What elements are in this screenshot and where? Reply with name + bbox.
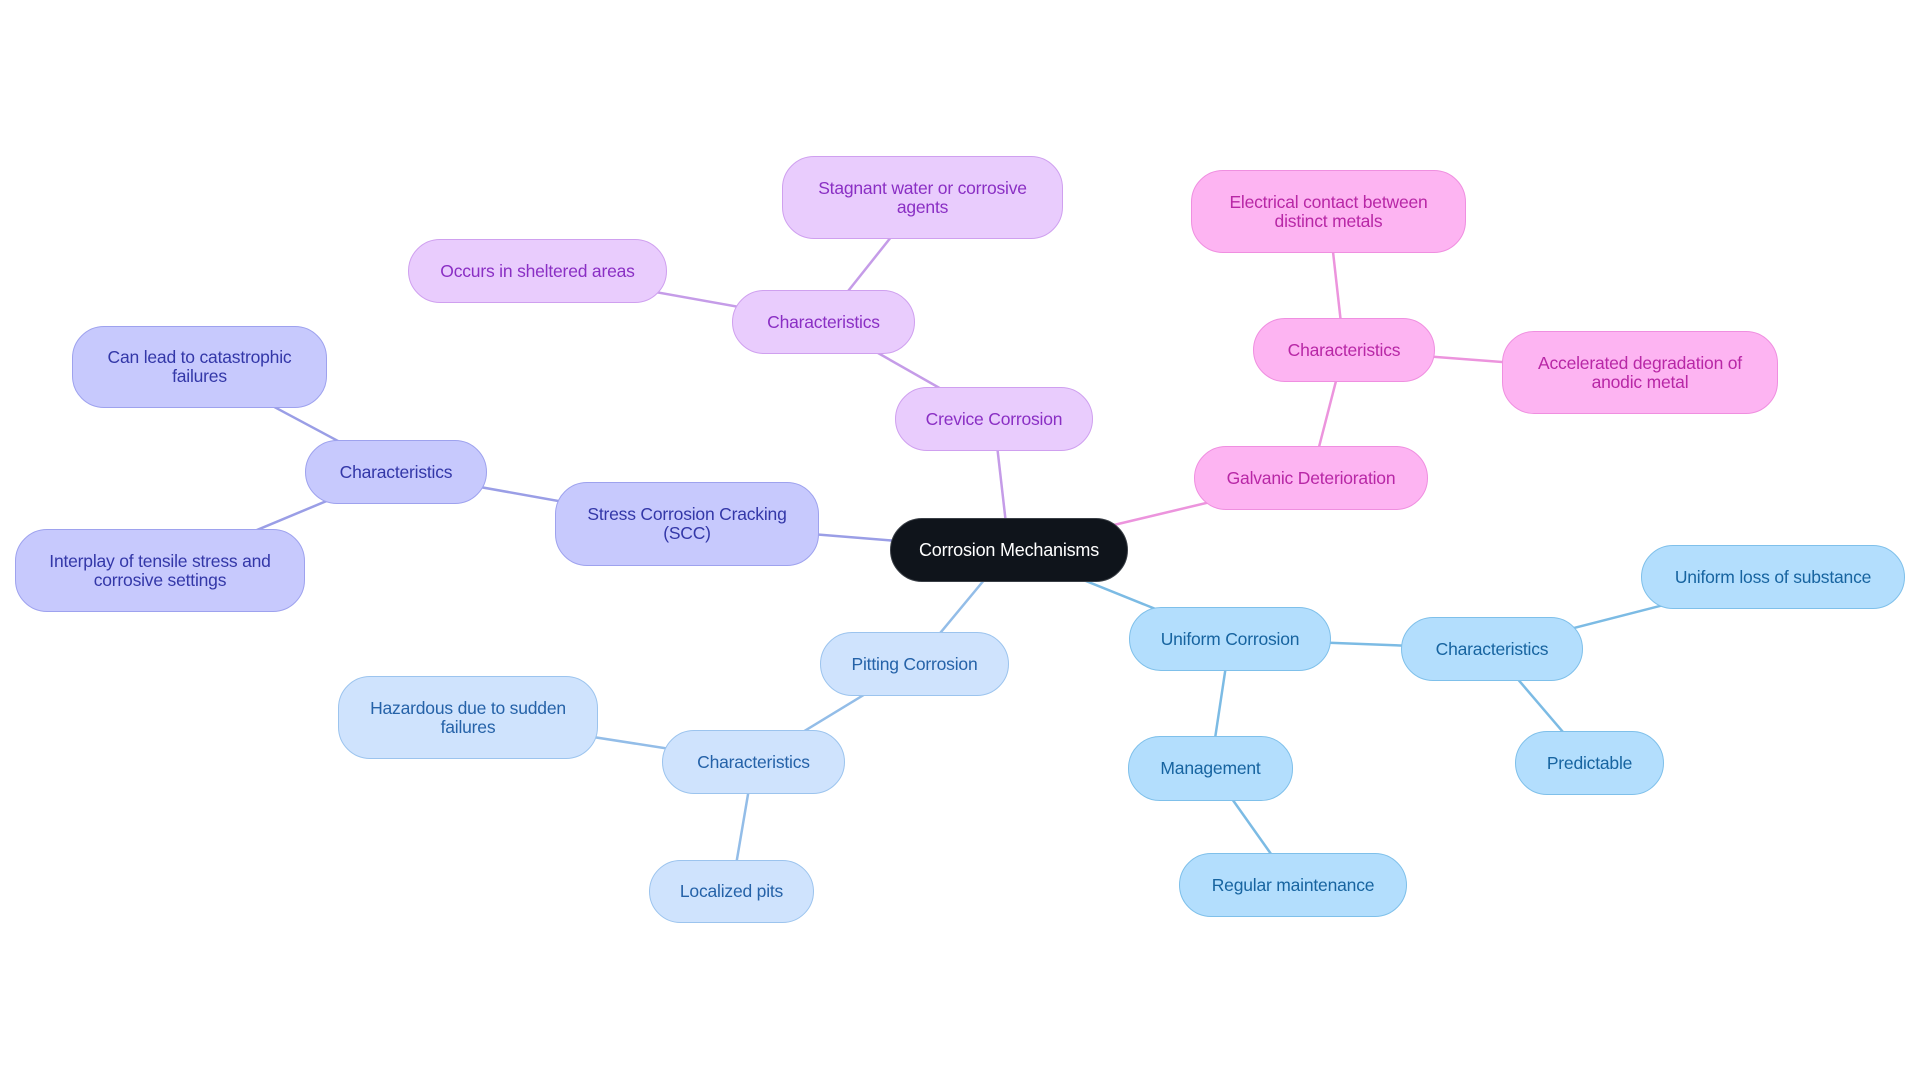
node-label: Characteristics xyxy=(697,751,810,772)
node-galvanic-deterioration[interactable]: Galvanic Deterioration xyxy=(1194,446,1428,510)
node-label: Stagnant water or corrosive agents xyxy=(818,177,1027,217)
node-crevice-sheltered-areas[interactable]: Occurs in sheltered areas xyxy=(408,239,667,303)
node-label: Characteristics xyxy=(767,311,880,332)
node-crevice-corrosion[interactable]: Crevice Corrosion xyxy=(895,387,1093,451)
node-label: Interplay of tensile stress and corrosiv… xyxy=(49,550,271,590)
node-crevice-characteristics[interactable]: Characteristics xyxy=(732,290,915,354)
node-label: Crevice Corrosion xyxy=(925,408,1063,429)
node-uniform-regular-maintenance[interactable]: Regular maintenance xyxy=(1179,853,1407,917)
node-galvanic-anodic-degradation[interactable]: Accelerated degradation of anodic metal xyxy=(1502,331,1778,414)
node-label: Hazardous due to sudden failures xyxy=(370,697,566,737)
node-scc-characteristics[interactable]: Characteristics xyxy=(305,440,487,504)
node-pitting-hazardous[interactable]: Hazardous due to sudden failures xyxy=(338,676,598,759)
node-stress-corrosion-cracking[interactable]: Stress Corrosion Cracking (SCC) xyxy=(555,482,819,566)
node-root-corrosion-mechanisms[interactable]: Corrosion Mechanisms xyxy=(890,518,1128,582)
node-uniform-characteristics[interactable]: Characteristics xyxy=(1401,617,1583,681)
node-uniform-loss-of-substance[interactable]: Uniform loss of substance xyxy=(1641,545,1905,609)
node-label: Regular maintenance xyxy=(1211,874,1375,895)
node-uniform-management[interactable]: Management xyxy=(1128,736,1293,801)
node-label: Management xyxy=(1160,758,1261,778)
node-galvanic-characteristics[interactable]: Characteristics xyxy=(1253,318,1435,382)
node-label: Characteristics xyxy=(1287,339,1401,360)
node-label: Predictable xyxy=(1546,752,1633,773)
node-scc-tensile-interplay[interactable]: Interplay of tensile stress and corrosiv… xyxy=(15,529,305,612)
node-label: Characteristics xyxy=(1435,638,1549,659)
node-label: Electrical contact between distinct meta… xyxy=(1229,191,1428,231)
node-galvanic-electrical-contact[interactable]: Electrical contact between distinct meta… xyxy=(1191,170,1466,253)
node-label: Uniform Corrosion xyxy=(1160,628,1300,649)
node-label: Galvanic Deterioration xyxy=(1226,467,1396,488)
node-label: Localized pits xyxy=(679,881,784,901)
node-uniform-predictable[interactable]: Predictable xyxy=(1515,731,1664,795)
node-label: Can lead to catastrophic failures xyxy=(107,347,292,386)
node-label: Accelerated degradation of anodic metal xyxy=(1538,352,1742,392)
mind-map: Corrosion Mechanisms Crevice Corrosion C… xyxy=(0,0,1920,1083)
node-label: Pitting Corrosion xyxy=(851,653,978,674)
node-label: Occurs in sheltered areas xyxy=(440,260,635,281)
node-pitting-characteristics[interactable]: Characteristics xyxy=(662,730,845,794)
node-uniform-corrosion[interactable]: Uniform Corrosion xyxy=(1129,607,1331,671)
node-label: Characteristics xyxy=(339,461,453,482)
node-scc-catastrophic-failures[interactable]: Can lead to catastrophic failures xyxy=(72,326,327,408)
node-label: Stress Corrosion Cracking (SCC) xyxy=(587,504,787,543)
node-pitting-localized-pits[interactable]: Localized pits xyxy=(649,860,814,923)
node-label: Corrosion Mechanisms xyxy=(918,539,1100,560)
node-label: Uniform loss of substance xyxy=(1674,566,1872,587)
node-pitting-corrosion[interactable]: Pitting Corrosion xyxy=(820,632,1009,696)
node-crevice-stagnant-water[interactable]: Stagnant water or corrosive agents xyxy=(782,156,1063,239)
